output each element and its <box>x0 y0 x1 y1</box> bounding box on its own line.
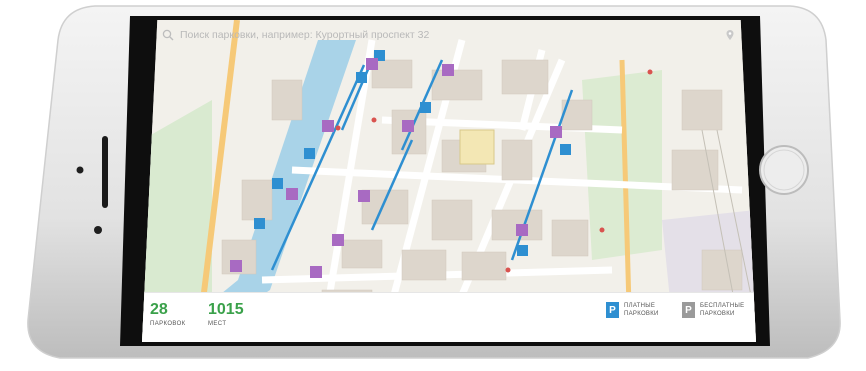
legend-free-line2: ПАРКОВКИ <box>700 311 735 317</box>
legend-free[interactable]: P БЕСПЛАТНЫЕ ПАРКОВКИ <box>682 302 744 318</box>
app-screen: Поиск парковки, например: Курортный прос… <box>142 20 756 342</box>
paid-parking-icon: P <box>606 302 619 318</box>
location-pin-icon[interactable] <box>724 29 736 41</box>
stat-spaces-label: МЕСТ <box>208 321 227 327</box>
stat-parkings-value: 28 <box>150 301 168 318</box>
legend-paid[interactable]: P ПЛАТНЫЕ ПАРКОВКИ <box>606 302 659 318</box>
search-bar[interactable]: Поиск парковки, например: Курортный прос… <box>162 24 736 46</box>
stat-parkings-label: ПАРКОВОК <box>150 321 186 327</box>
stat-parkings: 28 ПАРКОВОК <box>150 301 186 327</box>
free-parking-icon: P <box>682 302 695 318</box>
legend-paid-line2: ПАРКОВКИ <box>624 311 659 317</box>
search-input[interactable]: Поиск парковки, например: Курортный прос… <box>180 29 718 41</box>
legend-free-line1: БЕСПЛАТНЫЕ <box>700 303 745 309</box>
legend-paid-line1: ПЛАТНЫЕ <box>624 303 656 309</box>
stat-spaces: 1015 МЕСТ <box>208 301 244 327</box>
search-icon <box>162 29 174 41</box>
stats-panel: 28 ПАРКОВОК 1015 МЕСТ P ПЛАТНЫЕ ПАРКОВКИ… <box>142 292 756 342</box>
stat-spaces-value: 1015 <box>208 301 244 318</box>
